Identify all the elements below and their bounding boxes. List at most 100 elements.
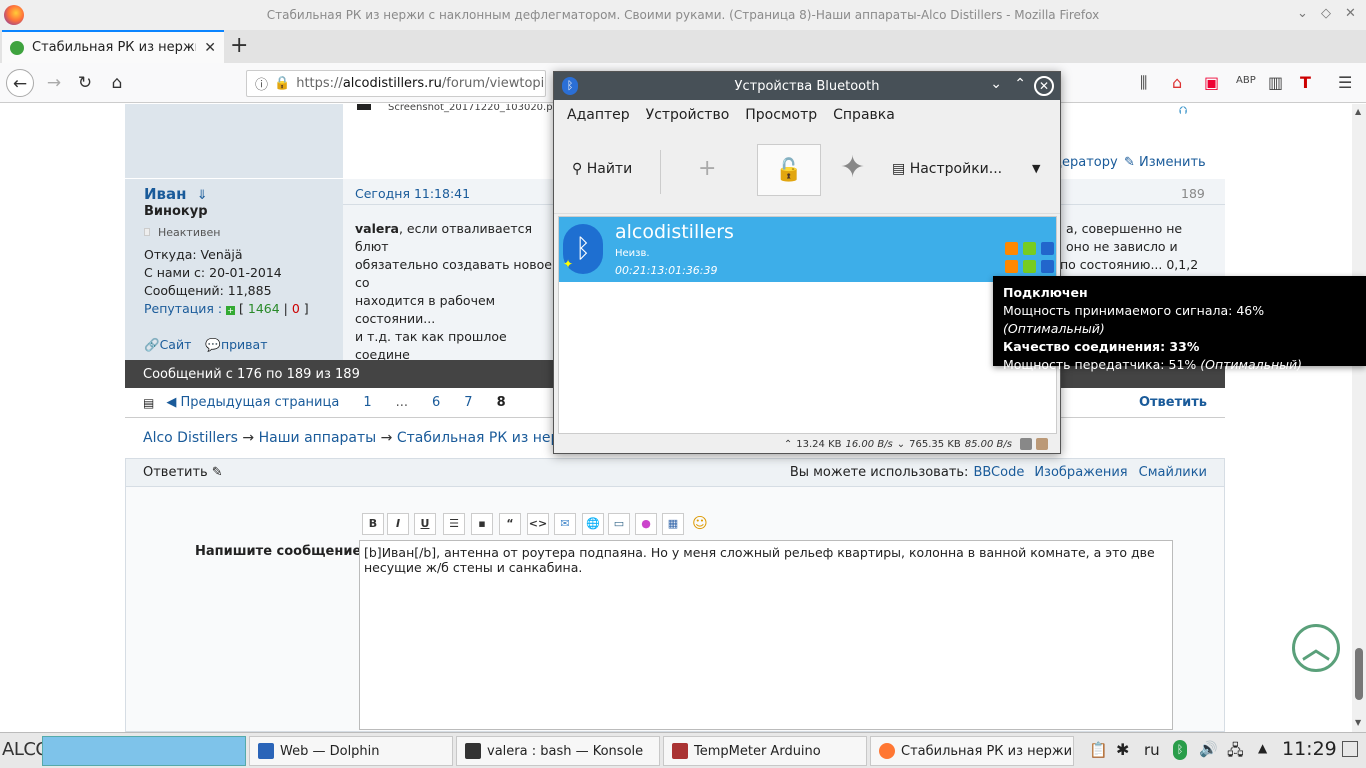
task-firefox[interactable]: Стабильная РК из нержи с на: [870, 736, 1074, 766]
settings-dropdown-icon[interactable]: ▼: [1032, 162, 1040, 175]
list-item-button[interactable]: ▪: [471, 513, 493, 535]
settings-button[interactable]: ▤ Настройки...: [892, 161, 1002, 177]
rss-icon[interactable]: ▤: [143, 396, 154, 410]
scroll-up-arrow-icon[interactable]: ▲: [1355, 107, 1361, 116]
show-desktop-icon[interactable]: [1342, 741, 1358, 757]
addon-red-icon[interactable]: ▣: [1204, 73, 1219, 92]
smiley-icon[interactable]: ☺: [689, 513, 711, 535]
post-time[interactable]: Сегодня 11:18:41: [355, 186, 470, 201]
network-tray-icon[interactable]: 🖧: [1227, 740, 1244, 765]
table-button[interactable]: ▦: [662, 513, 684, 535]
page-link-1[interactable]: 1: [363, 395, 371, 410]
page-link-6[interactable]: 6: [432, 395, 440, 410]
task-tempmeter[interactable]: TempMeter Arduino: [663, 736, 867, 766]
maximize-icon[interactable]: ◇: [1321, 6, 1331, 21]
bbcode-link[interactable]: BBCode: [973, 465, 1024, 480]
reload-button[interactable]: ↻: [71, 69, 99, 97]
menu-icon[interactable]: ☰: [1338, 73, 1352, 92]
post-line-2: обязательно создавать новое со: [355, 257, 552, 290]
prev-page-link[interactable]: ◀ Предыдущая страница: [166, 395, 339, 410]
terminal-icon: [465, 743, 481, 759]
adblock-icon[interactable]: ABP: [1236, 75, 1256, 86]
clipboard-icon[interactable]: 📋: [1089, 741, 1108, 759]
link-quality-icon: [1023, 242, 1036, 255]
menu-adapter[interactable]: Адаптер: [567, 107, 630, 123]
page-link-7[interactable]: 7: [464, 395, 472, 410]
author-status-text: Неактивен: [158, 226, 221, 239]
color-button[interactable]: ●: [635, 513, 657, 535]
chat-icon: 💬: [205, 337, 221, 352]
tray-bluetooth-icon[interactable]: ✱: [1116, 740, 1129, 759]
bluetooth-manager-icon[interactable]: ᛒ: [1173, 740, 1187, 760]
private-link[interactable]: 💬приват: [205, 337, 267, 352]
url-bar[interactable]: ⓘ 🔒 https://alcodistillers.ru/forum/view…: [246, 70, 546, 97]
setup-button[interactable]: ✦: [840, 150, 865, 185]
email-button[interactable]: ✉: [554, 513, 576, 535]
post-author[interactable]: Иван: [144, 185, 187, 203]
info-icon[interactable]: ⓘ: [255, 74, 268, 93]
browser-tab[interactable]: Стабильная РК из нержи с ✕: [2, 30, 224, 63]
bt-close-icon[interactable]: ✕: [1034, 76, 1054, 96]
close-window-icon[interactable]: ✕: [1345, 6, 1356, 21]
add-device-button[interactable]: +: [698, 156, 716, 181]
smilies-link[interactable]: Смайлики: [1139, 465, 1207, 480]
bt-minimize-icon[interactable]: ⌄: [990, 76, 1002, 92]
bold-button[interactable]: B: [362, 513, 384, 535]
images-link[interactable]: Изображения: [1034, 465, 1127, 480]
italic-button[interactable]: I: [387, 513, 409, 535]
code-button[interactable]: <>: [527, 513, 549, 535]
reply-link[interactable]: Ответить: [1139, 395, 1207, 410]
tray-expand-icon[interactable]: ▲: [1258, 741, 1267, 755]
url-prefix: https://: [296, 76, 343, 91]
task-bluetooth[interactable]: [42, 736, 246, 766]
menu-device[interactable]: Устройство: [646, 107, 730, 123]
translate-icon[interactable]: T: [1300, 73, 1311, 92]
crumb-home[interactable]: Alco Distillers: [143, 430, 238, 446]
find-button[interactable]: ⚲ Найти: [572, 161, 632, 177]
crumb-sep-2: →: [380, 430, 393, 446]
addon-home-icon[interactable]: ⌂: [1172, 73, 1182, 92]
scrollbar-thumb[interactable]: [1355, 648, 1363, 700]
scroll-down-arrow-icon[interactable]: ▼: [1355, 718, 1361, 727]
library-icon[interactable]: ⫼: [1140, 73, 1147, 93]
keyboard-layout[interactable]: ru: [1144, 741, 1160, 759]
trust-button[interactable]: 🔓: [757, 144, 821, 196]
image-button[interactable]: ▭: [608, 513, 630, 535]
post-number[interactable]: 189: [1181, 186, 1205, 201]
prev-post-left: [125, 104, 343, 178]
device-row[interactable]: ᛒ ✦ alcodistillers Неизв. 00:21:13:01:36…: [559, 217, 1056, 282]
reputation-plus-icon[interactable]: +: [226, 306, 236, 315]
task-konsole[interactable]: valera : bash — Konsole: [456, 736, 660, 766]
reputation-label[interactable]: Репутация :: [144, 301, 222, 316]
new-tab-icon[interactable]: +: [230, 33, 248, 58]
site-link[interactable]: 🔗Сайт: [144, 337, 191, 352]
underline-button[interactable]: U: [414, 513, 436, 535]
scroll-to-top-button[interactable]: ︿: [1292, 624, 1340, 672]
report-moderator-link[interactable]: дератору: [1053, 155, 1118, 170]
edit-link[interactable]: ✎ Изменить: [1124, 155, 1206, 170]
upload-icon: ⌃: [783, 438, 793, 450]
task-dolphin-label: Web — Dolphin: [280, 743, 380, 759]
home-button[interactable]: ⌂: [103, 69, 131, 97]
task-dolphin[interactable]: Web — Dolphin: [249, 736, 453, 766]
scroll-down-icon[interactable]: ⇓: [197, 188, 208, 203]
message-textarea[interactable]: [b]Иван[/b], антенна от роутера подпаяна…: [359, 540, 1173, 730]
volume-icon[interactable]: 🔊: [1199, 740, 1218, 758]
author-messages: Сообщений: 11,885: [144, 283, 272, 298]
close-tab-icon[interactable]: ✕: [204, 40, 216, 56]
bt-maximize-icon[interactable]: ⌃: [1014, 76, 1026, 92]
sidebar-icon[interactable]: ▥: [1268, 73, 1283, 92]
attachment-link-icon[interactable]: ⮉: [1179, 104, 1187, 118]
crumb-section[interactable]: Наши аппараты: [259, 430, 377, 446]
back-button[interactable]: ←: [6, 69, 34, 97]
link-button[interactable]: 🌐: [582, 513, 604, 535]
clock[interactable]: 11:29: [1282, 738, 1337, 760]
quote-button[interactable]: “: [499, 513, 521, 535]
list-button[interactable]: ☰: [443, 513, 465, 535]
message-field-label: Напишите сообщение: [195, 544, 362, 559]
menu-help[interactable]: Справка: [833, 107, 895, 123]
menu-view[interactable]: Просмотр: [745, 107, 817, 123]
forward-button[interactable]: →: [40, 69, 68, 97]
minimize-icon[interactable]: ⌄: [1297, 6, 1308, 21]
page-scrollbar[interactable]: ▲ ▼: [1352, 104, 1366, 732]
